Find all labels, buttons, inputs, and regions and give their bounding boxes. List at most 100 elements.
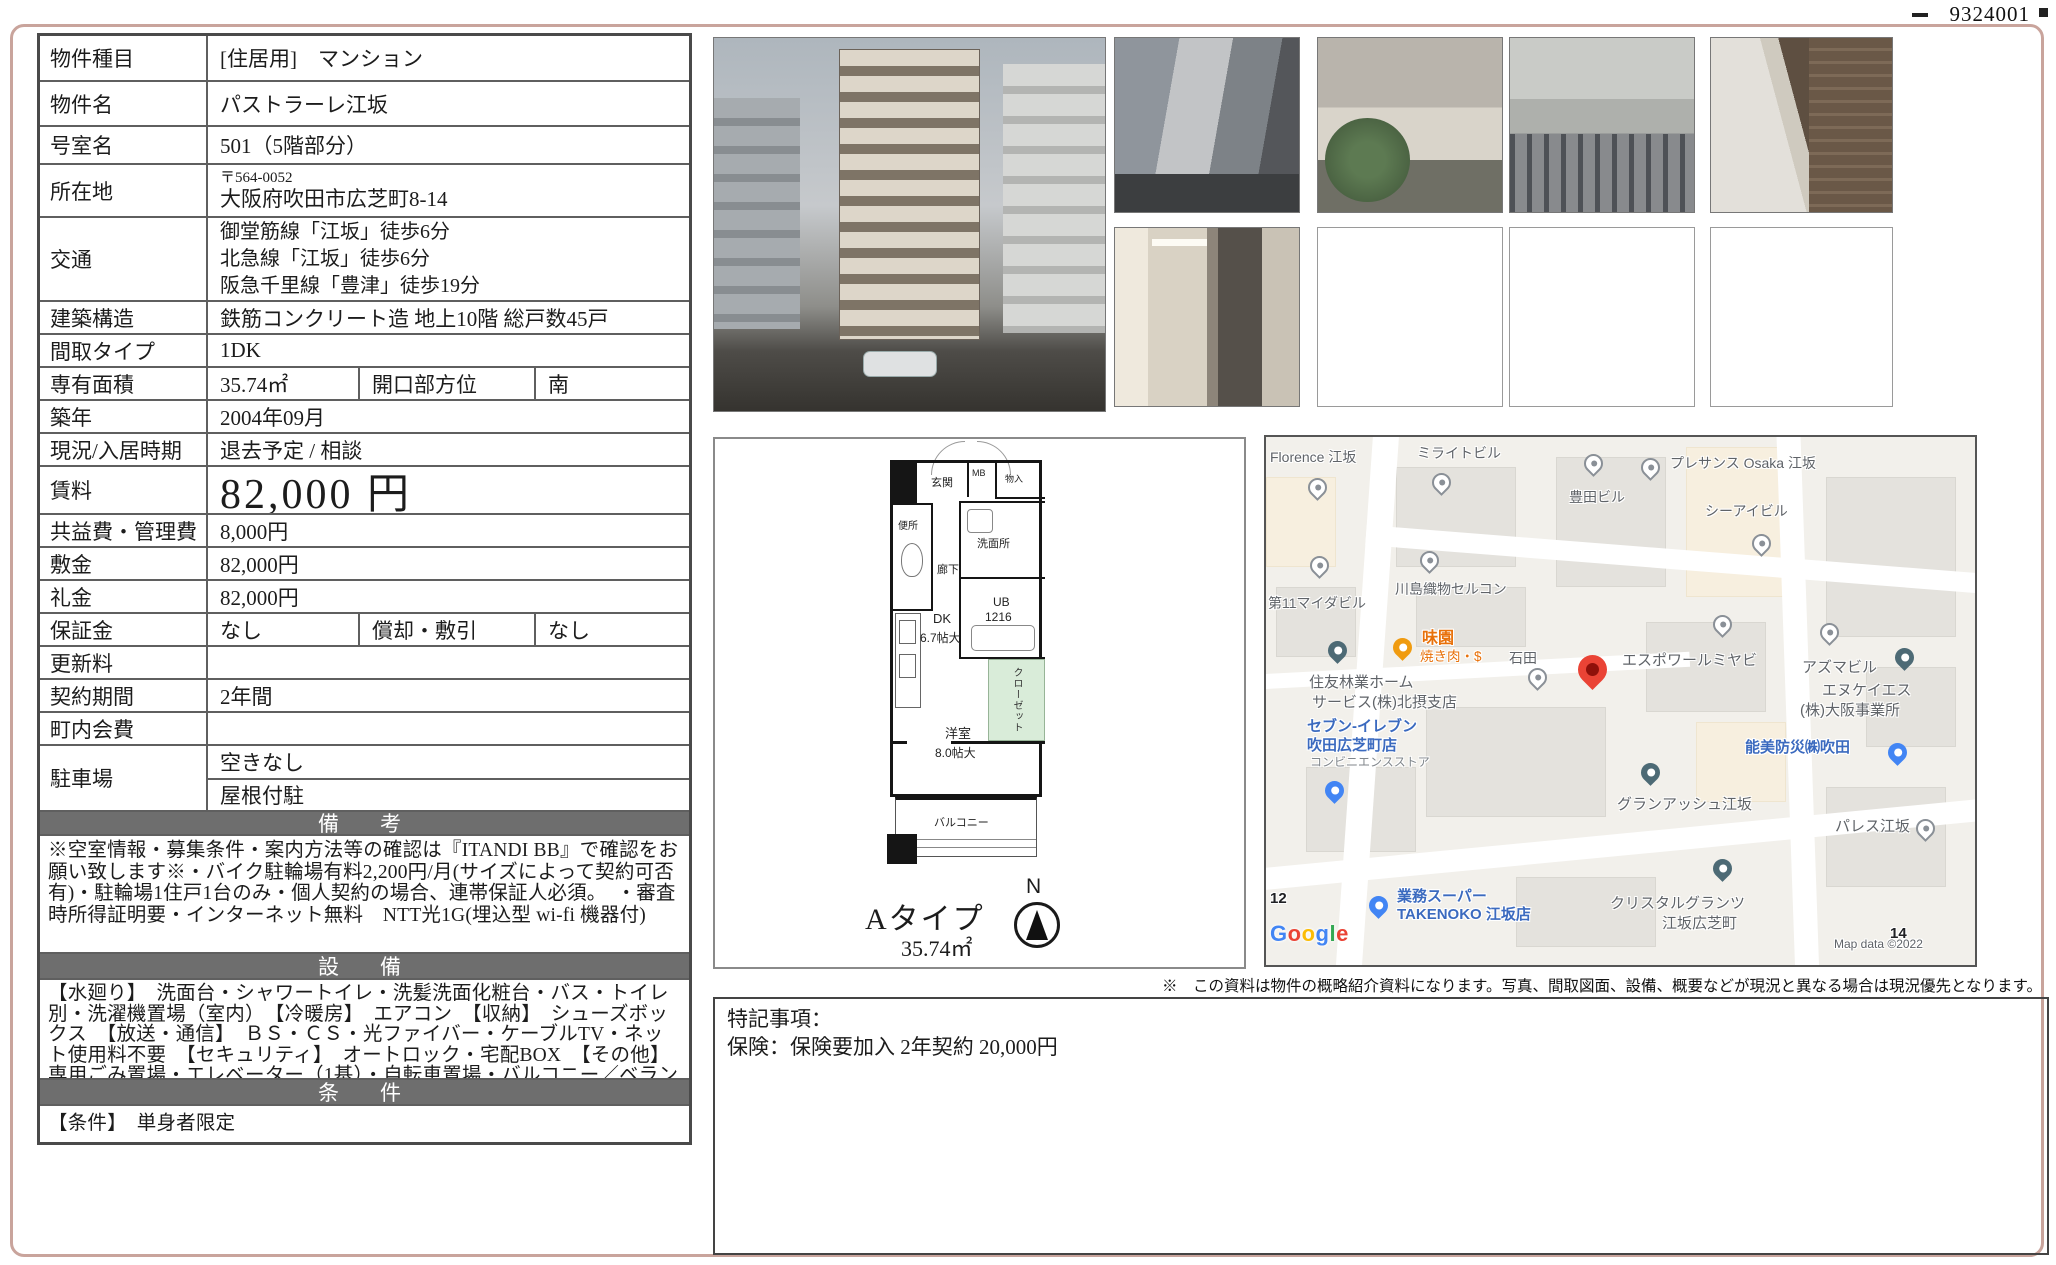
room-toilet: 便所 <box>893 503 933 611</box>
table-row: 礼金 82,000円 <box>40 579 689 612</box>
row-label: 敷金 <box>40 548 208 579</box>
table-row: 物件名 パストラーレ江坂 <box>40 80 689 125</box>
conditions-text: 【条件】 単身者限定 <box>40 1104 689 1142</box>
map-pin <box>1584 454 1604 480</box>
wall <box>995 463 997 499</box>
map-pin <box>1310 556 1330 582</box>
room-hall: 廊下 <box>937 561 959 577</box>
row-value: 501（5階部分） <box>208 127 689 163</box>
map-label: Florence 江坂 <box>1270 447 1356 467</box>
postal-code: 〒564-0052 <box>220 170 689 187</box>
photo-exterior-street <box>1114 37 1300 213</box>
map-pin <box>1420 551 1440 577</box>
row-value <box>208 713 689 744</box>
bathtub <box>971 625 1035 651</box>
table-row-area: 専有面積 35.74㎡ 開口部方位 南 <box>40 366 689 399</box>
room-storage: 物入 <box>1005 472 1023 485</box>
map-label: エヌケイエス <box>1822 679 1912 700</box>
store-pin <box>1888 743 1908 769</box>
row-label: 所在地 <box>40 165 208 216</box>
route-badge: 12 <box>1270 890 1287 907</box>
map-label: 川島織物セルコン <box>1395 579 1507 599</box>
map-label: プレサンス Osaka 江坂 <box>1670 453 1816 473</box>
row-label: 築年 <box>40 401 208 432</box>
row-label: 専有面積 <box>40 368 208 399</box>
address: 大阪府吹田市広芝町8-14 <box>220 187 689 211</box>
compass-icon <box>1014 902 1060 948</box>
table-row-address: 所在地 〒564-0052 大阪府吹田市広芝町8-14 <box>40 163 689 216</box>
photo-placeholder-empty <box>1317 227 1503 407</box>
map-label-store-sub: コンビニエンスストア <box>1310 753 1430 770</box>
map-pin <box>1432 473 1452 499</box>
row-label: 現況/入居時期 <box>40 434 208 465</box>
map-label: 石田 <box>1509 648 1537 668</box>
parking-availability: 空きなし <box>208 746 689 778</box>
document-id: 9324001 <box>1950 2 2031 27</box>
table-row: 築年 2004年09月 <box>40 399 689 432</box>
special-notes-body: 保険：保険要加入 2年契約 20,000円 <box>727 1033 2035 1061</box>
property-flyer: 9324001 物件種目 [住居用] マンション 物件名 パストラーレ江坂 号室… <box>0 0 2056 1265</box>
row-value: [住居用] マンション <box>208 36 689 80</box>
row-value: 御堂筋線「江坂」徒歩6分 北急線「江坂」徒歩6分 阪急千里線「豊津」徒歩19分 <box>208 218 689 300</box>
row-label: 礼金 <box>40 581 208 612</box>
equipment-text: 【水廻り】 洗面台・シャワートイレ・洗髪洗面化粧台・バス・トイレ別・洗濯機置場（… <box>40 978 689 1078</box>
map-label: 江坂広芝町 <box>1662 912 1737 933</box>
map-pin <box>1752 534 1772 560</box>
map-label: アズマビル <box>1802 656 1877 677</box>
store-pin <box>1325 781 1345 807</box>
map-label: ミライトビル <box>1417 443 1501 463</box>
room-bedroom: 洋室 <box>945 723 971 742</box>
room-dk-size: 6.7帖大 <box>920 629 961 646</box>
map-pin <box>1820 623 1840 649</box>
floorplan-area: 35.74㎡ <box>901 931 973 963</box>
room-closet: クローゼット <box>988 659 1045 741</box>
transit-line: 御堂筋線「江坂」徒歩6分 <box>220 219 689 246</box>
photo-placeholder-empty <box>1710 227 1893 407</box>
wall-block <box>887 834 917 864</box>
map-label: パレス江坂 <box>1835 815 1910 836</box>
row-label: 交通 <box>40 218 208 300</box>
kitchen-counter <box>895 613 921 708</box>
row-value: 8,000円 <box>208 515 689 546</box>
map-label: 豊田ビル <box>1569 487 1625 507</box>
row-label: 更新料 <box>40 647 208 678</box>
property-spec-table: 物件種目 [住居用] マンション 物件名 パストラーレ江坂 号室名 501（5階… <box>37 33 692 1145</box>
row-label: 町内会費 <box>40 713 208 744</box>
row-label: 物件種目 <box>40 36 208 80</box>
room-entrance: 玄関 <box>931 474 953 490</box>
map-label-restaurant-sub: 焼き肉・$ <box>1420 645 1482 665</box>
photo-exterior-main <box>713 37 1106 412</box>
room-bedroom-size: 8.0帖大 <box>935 744 976 761</box>
table-row-transit: 交通 御堂筋線「江坂」徒歩6分 北急線「江坂」徒歩6分 阪急千里線「豊津」徒歩1… <box>40 216 689 300</box>
map-label: 第11マイダビル <box>1268 593 1366 613</box>
google-logo: Google <box>1270 921 1349 947</box>
toilet-bowl <box>901 543 923 577</box>
map-label: グランアッシュ江坂 <box>1617 793 1752 814</box>
business-pin <box>1713 859 1733 885</box>
table-row-deposit: 保証金 なし 償却・敷引 なし <box>40 612 689 645</box>
photo-placeholder-empty <box>1509 227 1695 407</box>
map-disclaimer: ※ この資料は物件の概略紹介資料になります。写真、間取図面、設備、概要などが現況… <box>1162 974 2042 996</box>
section-header-remarks: 備 考 <box>40 810 689 834</box>
map-label: サービス(株)北摂支店 <box>1312 691 1457 712</box>
map-label-store: 吹田広芝町店 <box>1307 734 1397 755</box>
row-value <box>208 647 689 678</box>
building-shape <box>1003 64 1105 333</box>
floorplan-drawing: 玄関 MB 物入 便所 廊下 洗面所 UB 1216 DK <box>890 460 1042 797</box>
wall <box>967 463 969 497</box>
map-pin <box>1713 615 1733 641</box>
row-value: 82,000円 <box>208 548 689 579</box>
table-row: 契約期間 2年間 <box>40 678 689 711</box>
rent-value: 82,000 円 <box>208 467 689 513</box>
row-value-2: なし <box>536 614 689 645</box>
row-label: 契約期間 <box>40 680 208 711</box>
row-value: 〒564-0052 大阪府吹田市広芝町8-14 <box>208 165 689 216</box>
row-value: 1DK <box>208 335 689 366</box>
wall <box>995 497 1045 499</box>
map-pin <box>1528 668 1548 694</box>
map-copyright: Map data ©2022 <box>1834 937 1923 951</box>
business-pin <box>1328 641 1348 667</box>
table-row: 敷金 82,000円 <box>40 546 689 579</box>
map-label-store: TAKENOKO 江坂店 <box>1397 903 1531 924</box>
table-row: 物件種目 [住居用] マンション <box>40 36 689 80</box>
